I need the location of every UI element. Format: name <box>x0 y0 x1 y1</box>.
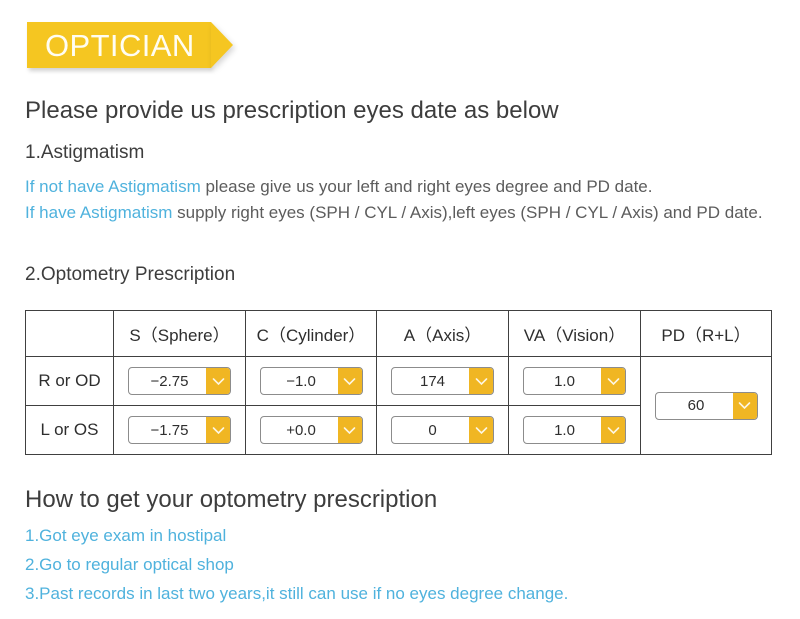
chevron-down-icon[interactable] <box>469 417 493 443</box>
axis-left-value: 0 <box>428 421 437 439</box>
sphere-left-dropdown[interactable]: −1.75 <box>128 416 231 444</box>
va-left-value: 1.0 <box>554 421 575 439</box>
cell-va-right: 1.0 <box>508 356 641 406</box>
column-header-blank <box>25 310 114 357</box>
cell-axis-right: 174 <box>376 356 509 406</box>
axis-right-value: 174 <box>419 372 446 390</box>
pd-dropdown[interactable]: 60 <box>654 391 758 420</box>
astigmatism-note-1-highlight: If not have Astigmatism <box>25 177 201 196</box>
pd-value: 60 <box>687 397 705 414</box>
cell-sphere-right: −2.75 <box>113 356 246 406</box>
how-to-item-2: 2.Go to regular optical shop <box>25 555 234 574</box>
axis-right-dropdown[interactable]: 174 <box>391 367 494 395</box>
column-header-cylinder: C（Cylinder） <box>245 310 377 357</box>
column-header-axis: A（Axis） <box>376 310 509 357</box>
axis-left-dropdown[interactable]: 0 <box>391 416 494 444</box>
column-header-sphere: S（Sphere） <box>113 310 246 357</box>
how-to-heading: How to get your optometry prescription <box>25 486 438 513</box>
va-right-dropdown[interactable]: 1.0 <box>523 367 626 395</box>
banner-shape: OPTICIAN <box>27 22 211 68</box>
table-row: R or OD −2.75 −1.0 174 1.0 60 <box>25 356 772 455</box>
chevron-down-icon[interactable] <box>337 417 362 443</box>
column-header-pd: PD（R+L） <box>640 310 772 357</box>
optician-banner: OPTICIAN <box>27 22 211 68</box>
astigmatism-note-2: If have Astigmatism supply right eyes (S… <box>25 200 775 226</box>
sphere-right-value: −2.75 <box>150 372 189 390</box>
column-header-va: VA（Vision） <box>508 310 641 357</box>
prescription-table: S（Sphere） C（Cylinder） A（Axis） VA（Vision）… <box>25 310 772 455</box>
how-to-item-1: 1.Got eye exam in hostipal <box>25 526 227 545</box>
row-label-right-eye: R or OD <box>25 356 114 406</box>
chevron-down-icon[interactable] <box>601 417 625 443</box>
cylinder-left-dropdown[interactable]: +0.0 <box>259 416 363 444</box>
cylinder-left-value: +0.0 <box>286 421 316 439</box>
section-heading-prescription: 2.Optometry Prescription <box>25 264 236 285</box>
row-label-left-eye: L or OS <box>25 405 114 455</box>
chevron-down-icon[interactable] <box>469 368 493 394</box>
cell-cylinder-right: −1.0 <box>245 356 377 406</box>
chevron-down-icon[interactable] <box>601 368 625 394</box>
va-left-dropdown[interactable]: 1.0 <box>523 416 626 444</box>
sphere-right-dropdown[interactable]: −2.75 <box>128 367 231 395</box>
astigmatism-note-2-rest: supply right eyes (SPH / CYL / Axis),lef… <box>172 203 763 222</box>
astigmatism-note-1: If not have Astigmatism please give us y… <box>25 174 775 200</box>
cell-pd: 60 <box>640 356 772 455</box>
cylinder-right-value: −1.0 <box>286 372 316 390</box>
chevron-down-icon[interactable] <box>337 368 362 394</box>
chevron-down-icon[interactable] <box>206 417 230 443</box>
cylinder-right-dropdown[interactable]: −1.0 <box>259 367 363 395</box>
cell-sphere-left: −1.75 <box>113 405 246 455</box>
section-heading-astigmatism: 1.Astigmatism <box>25 142 145 163</box>
sphere-left-value: −1.75 <box>150 421 189 439</box>
cell-axis-left: 0 <box>376 405 509 455</box>
page-title: Please provide us prescription eyes date… <box>25 97 559 124</box>
cell-va-left: 1.0 <box>508 405 641 455</box>
cell-cylinder-left: +0.0 <box>245 405 377 455</box>
banner-label: OPTICIAN <box>45 27 195 63</box>
table-header-row: S（Sphere） C（Cylinder） A（Axis） VA（Vision）… <box>25 310 772 357</box>
astigmatism-note-2-highlight: If have Astigmatism <box>25 203 173 222</box>
chevron-down-icon[interactable] <box>732 392 757 419</box>
how-to-item-3: 3.Past records in last two years,it stil… <box>25 584 569 603</box>
chevron-down-icon[interactable] <box>206 368 230 394</box>
astigmatism-note-1-rest: please give us your left and right eyes … <box>200 177 653 196</box>
va-right-value: 1.0 <box>554 372 575 390</box>
